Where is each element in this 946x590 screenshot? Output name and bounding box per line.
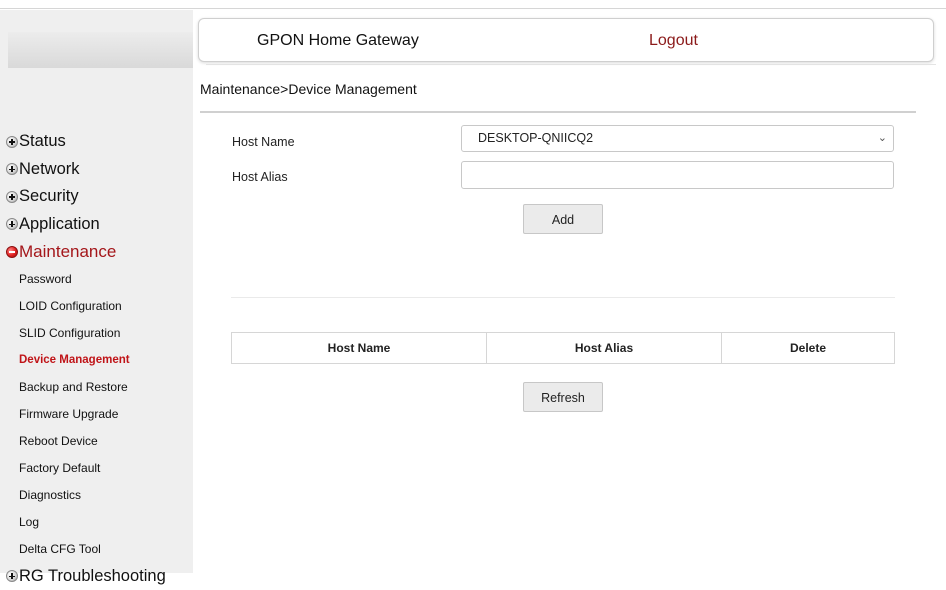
sidebar-subitem-diagnostics[interactable]: Diagnostics — [0, 482, 193, 509]
header-bar: GPON Home Gateway Logout — [198, 18, 934, 62]
breadcrumb-divider — [200, 111, 916, 113]
gateway-title: GPON Home Gateway — [257, 32, 419, 50]
sidebar-item-label: Status — [19, 132, 66, 151]
host-alias-input[interactable] — [461, 161, 894, 189]
sidebar-subitem-backup-restore[interactable]: Backup and Restore — [0, 374, 193, 401]
hosts-table: Host Name Host Alias Delete — [231, 332, 895, 364]
sidebar-subitem-delta-cfg-tool[interactable]: Delta CFG Tool — [0, 536, 193, 563]
sidebar-item-status[interactable]: Status — [0, 128, 193, 156]
expand-plus-icon — [6, 136, 18, 148]
sidebar-menu: Status Network Security Application Main… — [0, 128, 193, 590]
top-border — [0, 8, 946, 9]
logout-link[interactable]: Logout — [649, 32, 698, 50]
refresh-button[interactable]: Refresh — [523, 382, 603, 412]
sidebar-subitem-slid-configuration[interactable]: SLID Configuration — [0, 320, 193, 347]
sidebar-subitem-reboot-device[interactable]: Reboot Device — [0, 428, 193, 455]
sidebar-subitem-firmware-upgrade[interactable]: Firmware Upgrade — [0, 401, 193, 428]
sidebar-subitem-log[interactable]: Log — [0, 509, 193, 536]
expand-plus-icon — [6, 191, 18, 203]
collapse-minus-icon — [6, 246, 18, 258]
expand-plus-icon — [6, 163, 18, 175]
column-header-host-alias: Host Alias — [487, 333, 722, 364]
host-alias-label: Host Alias — [232, 170, 288, 184]
sidebar-item-network[interactable]: Network — [0, 156, 193, 184]
table-header-row: Host Name Host Alias Delete — [232, 333, 895, 364]
sidebar-item-label: Maintenance — [19, 242, 116, 262]
header-underline — [206, 64, 936, 65]
expand-plus-icon — [6, 218, 18, 230]
column-header-delete: Delete — [722, 333, 895, 364]
host-name-selected-value: DESKTOP-QNIICQ2 — [478, 131, 593, 145]
sidebar-item-label: RG Troubleshooting — [19, 567, 166, 586]
section-divider — [231, 297, 895, 298]
sidebar-subitem-loid-configuration[interactable]: LOID Configuration — [0, 293, 193, 320]
chevron-down-icon: ⌄ — [878, 126, 887, 151]
sidebar-item-rg-troubleshooting[interactable]: RG Troubleshooting — [0, 563, 193, 590]
sidebar-header-band — [8, 32, 193, 68]
host-name-select[interactable]: DESKTOP-QNIICQ2 ⌄ — [461, 125, 894, 152]
host-name-label: Host Name — [232, 135, 295, 149]
sidebar-subitem-device-management[interactable]: Device Management — [0, 347, 193, 374]
sidebar-item-label: Application — [19, 215, 100, 234]
sidebar-item-label: Network — [19, 160, 80, 179]
sidebar: Status Network Security Application Main… — [0, 10, 193, 573]
breadcrumb: Maintenance>Device Management — [200, 81, 417, 97]
sidebar-subitem-password[interactable]: Password — [0, 266, 193, 293]
column-header-host-name: Host Name — [232, 333, 487, 364]
expand-plus-icon — [6, 570, 18, 582]
sidebar-subitem-factory-default[interactable]: Factory Default — [0, 455, 193, 482]
sidebar-item-security[interactable]: Security — [0, 183, 193, 211]
add-button[interactable]: Add — [523, 204, 603, 234]
sidebar-item-application[interactable]: Application — [0, 211, 193, 239]
sidebar-item-label: Security — [19, 187, 79, 206]
sidebar-item-maintenance[interactable]: Maintenance — [0, 238, 193, 266]
